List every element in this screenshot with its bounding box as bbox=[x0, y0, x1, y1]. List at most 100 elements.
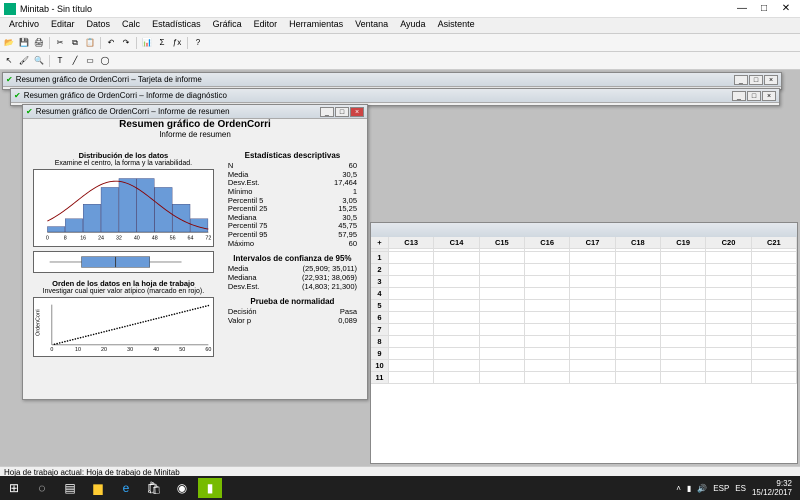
cell[interactable] bbox=[480, 276, 525, 288]
cell[interactable] bbox=[480, 372, 525, 384]
menu-editor[interactable]: Editor bbox=[249, 18, 283, 33]
min-icon[interactable]: _ bbox=[734, 75, 748, 85]
cell[interactable] bbox=[706, 264, 751, 276]
cell[interactable] bbox=[616, 360, 661, 372]
cell[interactable] bbox=[480, 288, 525, 300]
text-icon[interactable]: T bbox=[53, 54, 67, 68]
cell[interactable] bbox=[706, 312, 751, 324]
cell[interactable] bbox=[389, 336, 434, 348]
cell[interactable] bbox=[570, 300, 615, 312]
column-header[interactable]: C21 bbox=[752, 237, 797, 249]
close-icon[interactable]: × bbox=[762, 91, 776, 101]
cell[interactable] bbox=[752, 264, 797, 276]
cell[interactable] bbox=[570, 312, 615, 324]
undo-icon[interactable]: ↶ bbox=[104, 36, 118, 50]
max-icon[interactable]: □ bbox=[747, 91, 761, 101]
cell[interactable] bbox=[434, 264, 479, 276]
save-icon[interactable]: 💾 bbox=[17, 36, 31, 50]
close-icon[interactable]: × bbox=[350, 107, 364, 117]
cell[interactable] bbox=[389, 264, 434, 276]
menu-estadisticas[interactable]: Estadísticas bbox=[147, 18, 206, 33]
line-icon[interactable]: ╱ bbox=[68, 54, 82, 68]
cell[interactable] bbox=[434, 312, 479, 324]
chrome-icon[interactable]: ◉ bbox=[170, 478, 194, 498]
cell[interactable] bbox=[525, 312, 570, 324]
cell[interactable] bbox=[616, 336, 661, 348]
cell[interactable] bbox=[389, 252, 434, 264]
cell[interactable] bbox=[389, 312, 434, 324]
tray-chevron-icon[interactable]: ˄ bbox=[676, 484, 681, 493]
max-icon[interactable]: □ bbox=[749, 75, 763, 85]
cell[interactable] bbox=[434, 336, 479, 348]
cell[interactable] bbox=[616, 276, 661, 288]
cell[interactable] bbox=[570, 288, 615, 300]
cell[interactable] bbox=[570, 276, 615, 288]
cell[interactable] bbox=[525, 276, 570, 288]
pointer-icon[interactable]: ↖ bbox=[2, 54, 16, 68]
help-icon[interactable]: ? bbox=[191, 36, 205, 50]
cell[interactable] bbox=[661, 276, 706, 288]
cell[interactable] bbox=[434, 300, 479, 312]
fx-icon[interactable]: ƒx bbox=[170, 36, 184, 50]
taskview-icon[interactable]: ▤ bbox=[58, 478, 82, 498]
clock-time[interactable]: 9:32 bbox=[752, 479, 792, 488]
rect-icon[interactable]: ▭ bbox=[83, 54, 97, 68]
row-header[interactable]: 9 bbox=[371, 348, 389, 360]
cell[interactable] bbox=[752, 252, 797, 264]
cell[interactable] bbox=[706, 300, 751, 312]
cell[interactable] bbox=[616, 288, 661, 300]
worksheet-grid[interactable]: +C13C14C15C16C17C18C19C20C21123456789101… bbox=[371, 237, 797, 384]
cell[interactable] bbox=[434, 372, 479, 384]
cell[interactable] bbox=[389, 348, 434, 360]
cell[interactable] bbox=[570, 336, 615, 348]
cell[interactable] bbox=[525, 300, 570, 312]
cell[interactable] bbox=[389, 288, 434, 300]
cell[interactable] bbox=[389, 372, 434, 384]
cell[interactable] bbox=[434, 276, 479, 288]
cell[interactable] bbox=[752, 312, 797, 324]
column-header[interactable]: C19 bbox=[661, 237, 706, 249]
cell[interactable] bbox=[525, 264, 570, 276]
volume-icon[interactable]: 🔊 bbox=[697, 484, 707, 493]
cell[interactable] bbox=[661, 336, 706, 348]
cell[interactable] bbox=[570, 252, 615, 264]
cell[interactable] bbox=[706, 288, 751, 300]
column-header[interactable]: C18 bbox=[616, 237, 661, 249]
menu-grafica[interactable]: Gráfica bbox=[208, 18, 247, 33]
cell[interactable] bbox=[570, 372, 615, 384]
cell[interactable] bbox=[661, 264, 706, 276]
cell[interactable] bbox=[525, 336, 570, 348]
folder-icon[interactable]: ▆ bbox=[86, 478, 110, 498]
cell[interactable] bbox=[434, 360, 479, 372]
cell[interactable] bbox=[752, 336, 797, 348]
menu-asistente[interactable]: Asistente bbox=[433, 18, 480, 33]
worksheet-window[interactable]: +C13C14C15C16C17C18C19C20C21123456789101… bbox=[370, 222, 798, 464]
clock-date[interactable]: 15/12/2017 bbox=[752, 488, 792, 497]
row-header[interactable]: 7 bbox=[371, 324, 389, 336]
cell[interactable] bbox=[616, 264, 661, 276]
cell[interactable] bbox=[706, 276, 751, 288]
start-button[interactable]: ⊞ bbox=[2, 478, 26, 498]
cell[interactable] bbox=[480, 324, 525, 336]
menu-ayuda[interactable]: Ayuda bbox=[395, 18, 430, 33]
cell[interactable] bbox=[434, 288, 479, 300]
row-header[interactable]: 1 bbox=[371, 252, 389, 264]
cell[interactable] bbox=[480, 336, 525, 348]
cell[interactable] bbox=[706, 360, 751, 372]
edge-icon[interactable]: e bbox=[114, 478, 138, 498]
menu-archivo[interactable]: Archivo bbox=[4, 18, 44, 33]
cell[interactable] bbox=[661, 300, 706, 312]
copy-icon[interactable]: ⧉ bbox=[68, 36, 82, 50]
cell[interactable] bbox=[434, 324, 479, 336]
cell[interactable] bbox=[570, 264, 615, 276]
cell[interactable] bbox=[661, 348, 706, 360]
cell[interactable] bbox=[616, 312, 661, 324]
cell[interactable] bbox=[752, 276, 797, 288]
cell[interactable] bbox=[480, 300, 525, 312]
cell[interactable] bbox=[525, 348, 570, 360]
lang-indicator[interactable]: ESP bbox=[713, 484, 729, 493]
cell[interactable] bbox=[570, 324, 615, 336]
cell[interactable] bbox=[389, 324, 434, 336]
taskbar[interactable]: ⊞ ◌ ▤ ▆ e 🛍 ◉ ▮ ˄ ▮ 🔊 ESP ES 9:32 15/12/… bbox=[0, 476, 800, 500]
menu-calc[interactable]: Calc bbox=[117, 18, 145, 33]
